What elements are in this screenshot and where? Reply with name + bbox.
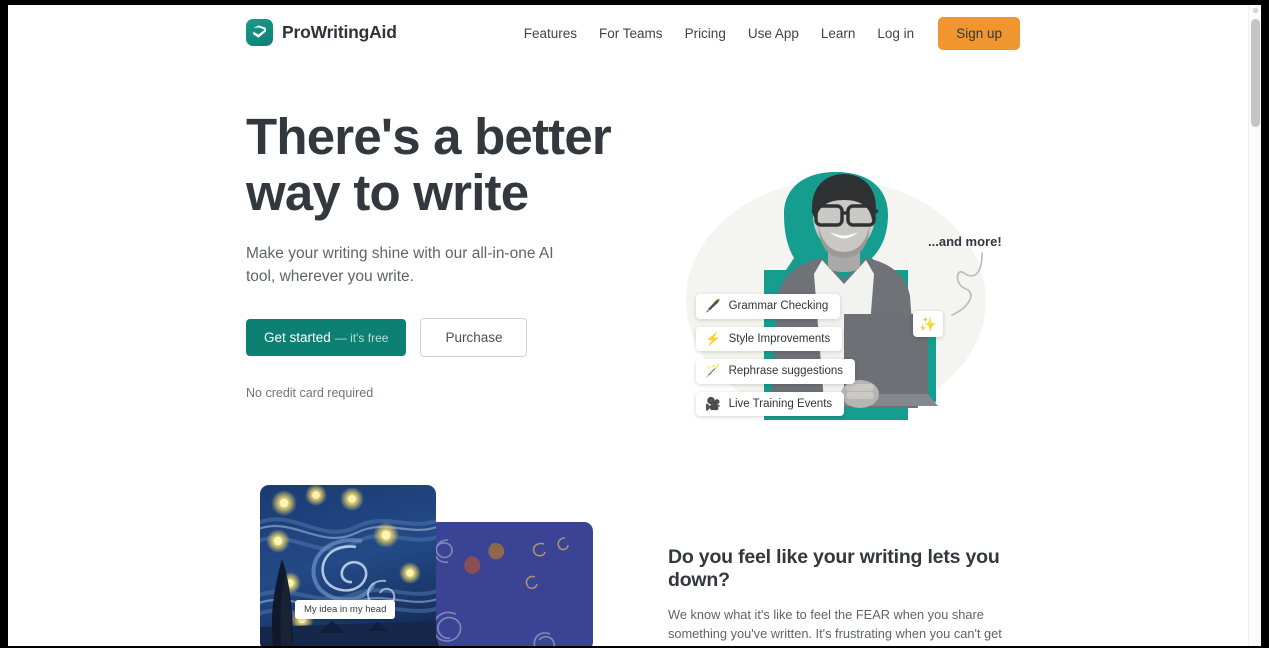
hero-illustration: 🖋️ Grammar Checking ⚡ Style Improvements… <box>668 156 1028 456</box>
and-more-annotation: ...and more! <box>928 234 1002 249</box>
hero-headline: There's a better way to write <box>246 108 612 221</box>
prowritingaid-logo-icon <box>246 19 273 46</box>
sign-up-button[interactable]: Sign up <box>938 17 1020 50</box>
lightning-bolt-icon: ⚡ <box>705 331 721 346</box>
doodle-swirls <box>424 537 569 646</box>
nav-item-learn[interactable]: Learn <box>810 20 867 47</box>
starry-night-illustration: My idea in my head <box>246 481 606 646</box>
feature-chip-style-improvements: ⚡ Style Improvements <box>696 326 843 351</box>
hero-subheadline: Make your writing shine with our all-in-… <box>246 245 554 285</box>
brand-logo-link[interactable]: ProWritingAid <box>246 19 397 46</box>
scroll-up-arrow-icon[interactable] <box>1253 8 1258 13</box>
feature-chip-live-training-events: 🎥 Live Training Events <box>696 391 845 416</box>
page-content: ProWritingAid Features For Teams Pricing… <box>8 5 1248 646</box>
brand-name: ProWritingAid <box>282 22 397 42</box>
section-heading: Do you feel like your writing lets you d… <box>668 546 1000 591</box>
nav-item-for-teams[interactable]: For Teams <box>588 20 674 47</box>
feature-chip-label: Rephrase suggestions <box>728 365 844 378</box>
sparkle-badge: ✨ <box>913 311 943 337</box>
browser-viewport: ProWritingAid Features For Teams Pricing… <box>8 5 1261 646</box>
feature-chip-grammar-checking: 🖋️ Grammar Checking <box>696 294 841 319</box>
get-started-free-suffix: — it's free <box>334 331 389 345</box>
purchase-button[interactable]: Purchase <box>420 318 528 357</box>
image-caption-my-idea: My idea in my head <box>295 600 396 619</box>
section-copy: Do you feel like your writing lets you d… <box>668 546 1013 646</box>
sparkles-icon: ✨ <box>919 315 937 332</box>
blue-doodle-panel <box>424 522 593 646</box>
nav-item-log-in[interactable]: Log in <box>866 20 925 47</box>
hero-section: There's a better way to write Make your … <box>8 61 1248 481</box>
feature-chip-label: Live Training Events <box>728 397 833 410</box>
feature-chip-label: Grammar Checking <box>728 300 829 313</box>
no-credit-card-note: No credit card required <box>246 386 374 400</box>
starry-night-painting <box>260 485 436 646</box>
feature-chip-list: 🖋️ Grammar Checking ⚡ Style Improvements… <box>696 294 856 416</box>
starry-night-artwork <box>260 485 436 646</box>
nav-item-use-app[interactable]: Use App <box>737 20 810 47</box>
magic-wand-icon: 🪄 <box>705 364 721 378</box>
hero-cta-row: Get started — it's free Purchase <box>246 318 646 357</box>
nav-item-pricing[interactable]: Pricing <box>674 20 737 47</box>
browser-letterbox-frame: ProWritingAid Features For Teams Pricing… <box>0 0 1269 648</box>
get-started-label: Get started <box>264 330 331 345</box>
feature-chip-label: Style Improvements <box>728 332 831 345</box>
movie-camera-icon: 🎥 <box>705 396 721 411</box>
hero-copy: There's a better way to write Make your … <box>246 109 646 400</box>
main-navigation: Features For Teams Pricing Use App Learn… <box>513 17 1020 50</box>
get-started-button[interactable]: Get started — it's free <box>246 319 407 356</box>
feature-chip-rephrase-suggestions: 🪄 Rephrase suggestions <box>696 359 856 384</box>
vertical-scrollbar[interactable] <box>1248 5 1261 646</box>
nav-item-features[interactable]: Features <box>513 20 588 47</box>
quill-pen-icon: 🖋️ <box>705 299 721 313</box>
site-header: ProWritingAid Features For Teams Pricing… <box>8 5 1248 61</box>
writing-lets-you-down-section: My idea in my head Do you feel like your… <box>8 481 1248 646</box>
section-paragraph: We know what it's like to feel the FEAR … <box>668 607 1002 646</box>
scrollbar-thumb[interactable] <box>1251 19 1260 127</box>
